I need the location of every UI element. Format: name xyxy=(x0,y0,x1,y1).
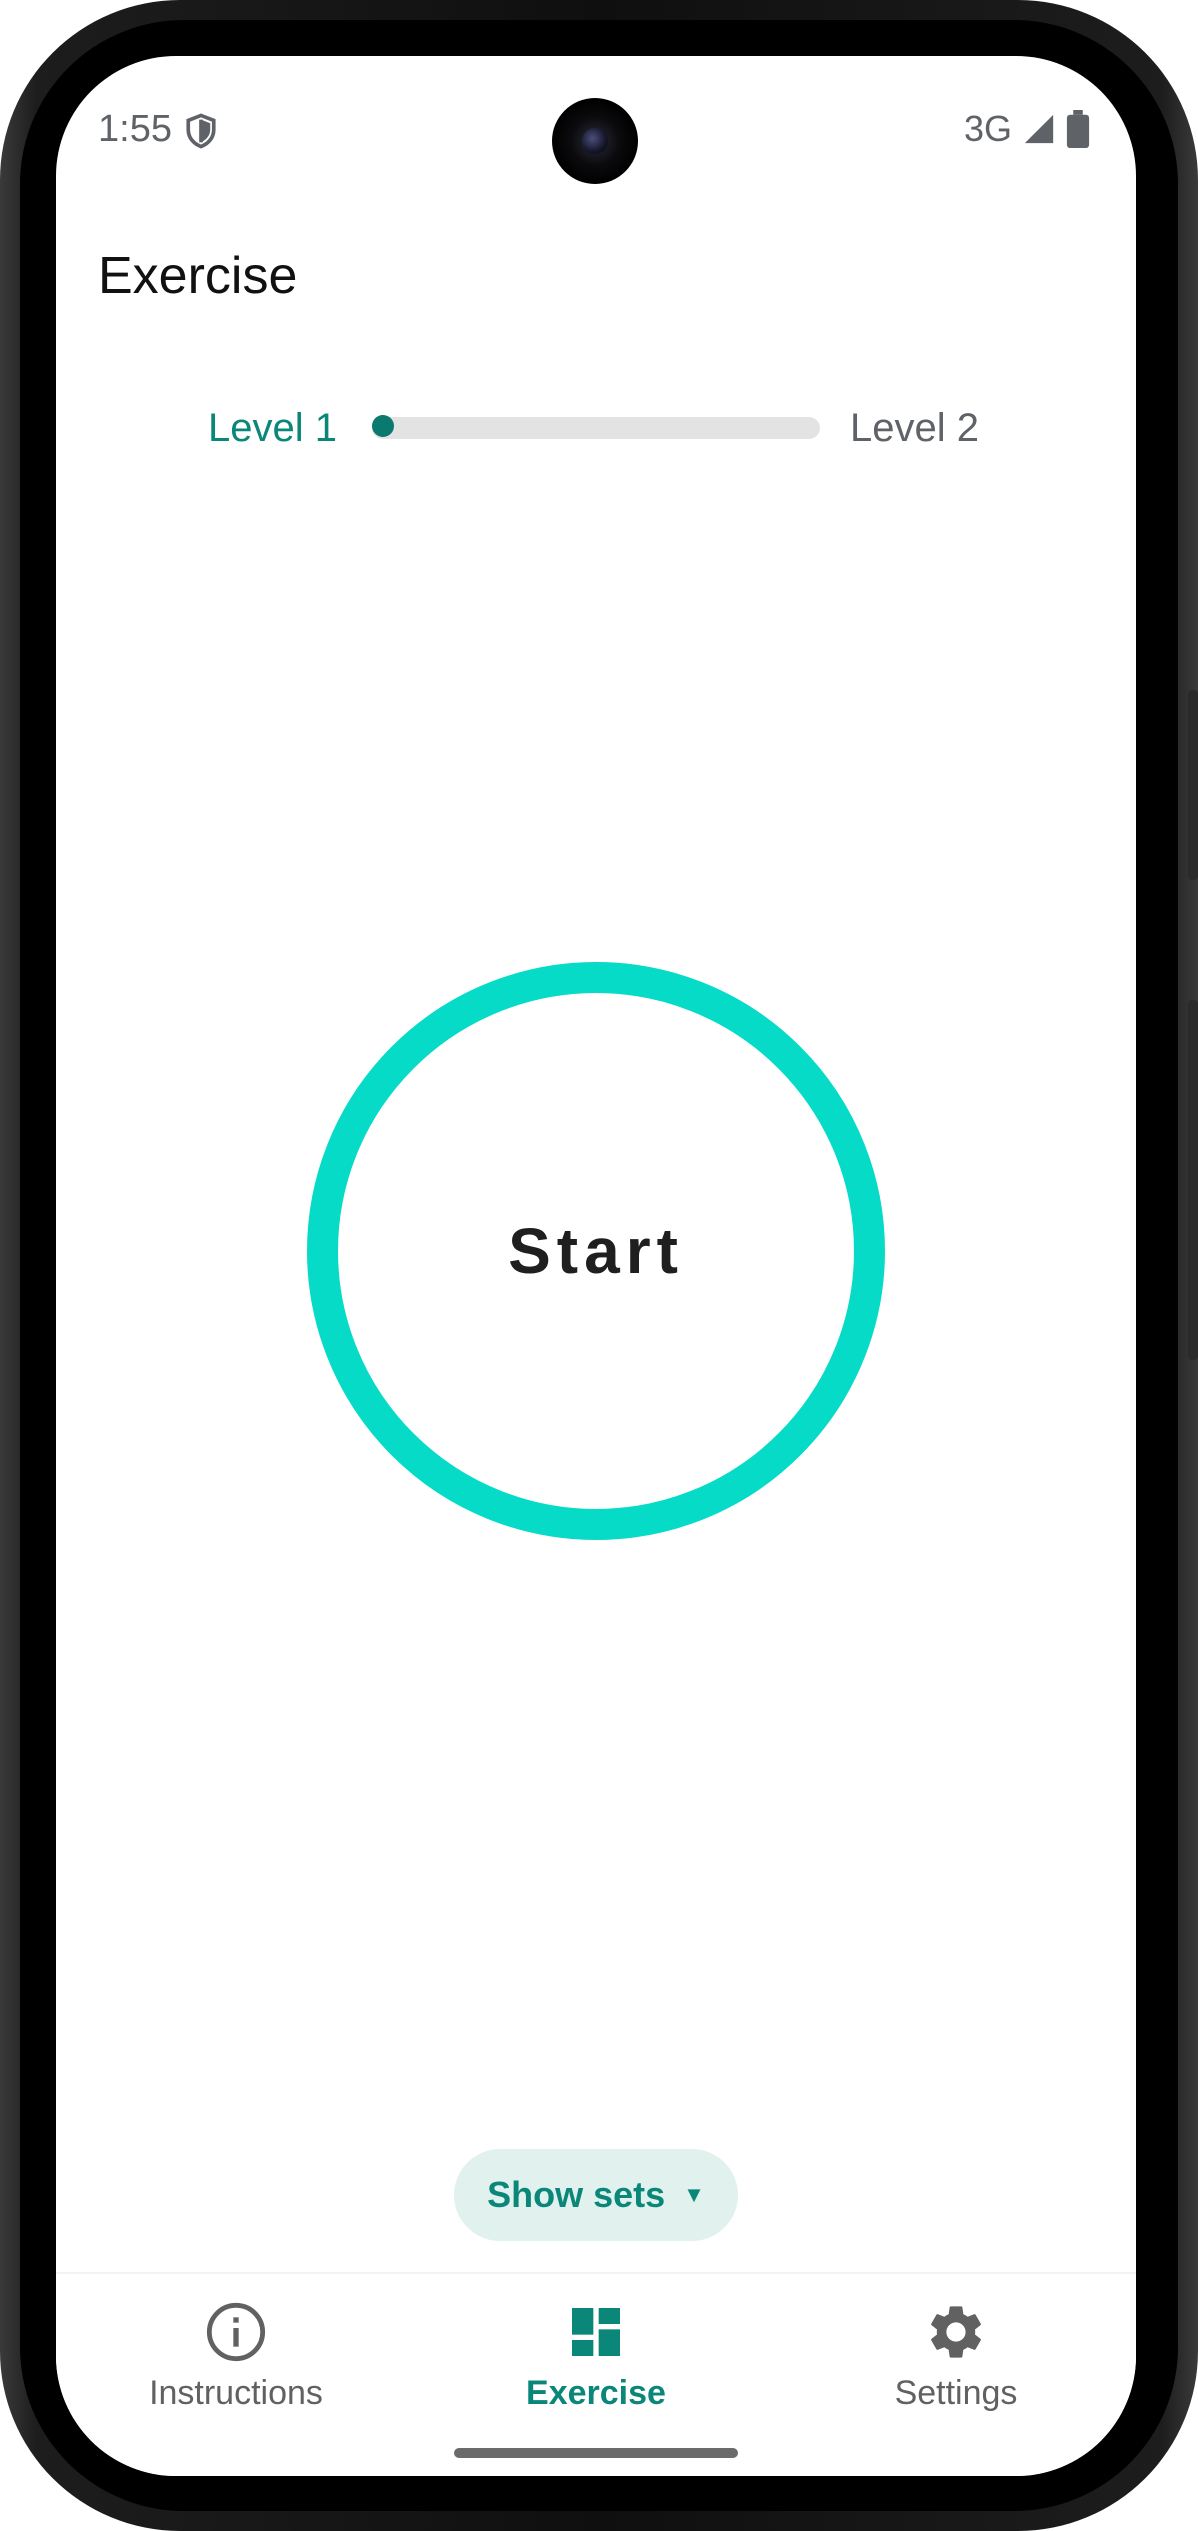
nav-item-exercise[interactable]: Exercise xyxy=(416,2274,776,2434)
front-camera xyxy=(552,98,638,184)
status-time: 1:55 xyxy=(98,108,172,150)
battery-icon xyxy=(1066,110,1090,148)
shield-icon xyxy=(186,113,216,149)
current-level-label: Level 1 xyxy=(208,406,337,450)
level-progress-bar xyxy=(372,417,820,439)
nav-item-instructions[interactable]: Instructions xyxy=(56,2274,416,2434)
dashboard-icon xyxy=(572,2308,620,2356)
show-sets-label: Show sets xyxy=(487,2174,666,2215)
nav-item-settings[interactable]: Settings xyxy=(776,2274,1136,2434)
info-icon xyxy=(206,2302,266,2362)
bottom-navigation: Instructions Exercise Settings xyxy=(56,2272,1136,2476)
next-level-label: Level 2 xyxy=(850,406,979,450)
page-title: Exercise xyxy=(98,247,298,305)
caret-down-icon: ▼ xyxy=(683,2182,705,2207)
level-progress-indicator xyxy=(372,415,394,437)
gear-icon xyxy=(931,2306,981,2358)
nav-label-instructions: Instructions xyxy=(149,2374,323,2412)
nav-label-exercise: Exercise xyxy=(526,2374,666,2412)
start-button-label: Start xyxy=(508,1215,684,1287)
network-type: 3G xyxy=(963,108,1012,149)
show-sets-button[interactable]: Show sets ▼ xyxy=(454,2149,738,2241)
start-button[interactable]: Start xyxy=(307,962,885,1540)
status-right: 3G xyxy=(964,108,1090,150)
home-indicator[interactable] xyxy=(454,2448,738,2458)
screen: 1:55 3G Exercise Level 1 Level 2 Start S… xyxy=(56,56,1136,2476)
signal-icon xyxy=(1024,114,1054,144)
phone-side-button-upper xyxy=(1188,690,1198,880)
phone-side-button-lower xyxy=(1188,1000,1198,1360)
nav-label-settings: Settings xyxy=(894,2374,1018,2412)
